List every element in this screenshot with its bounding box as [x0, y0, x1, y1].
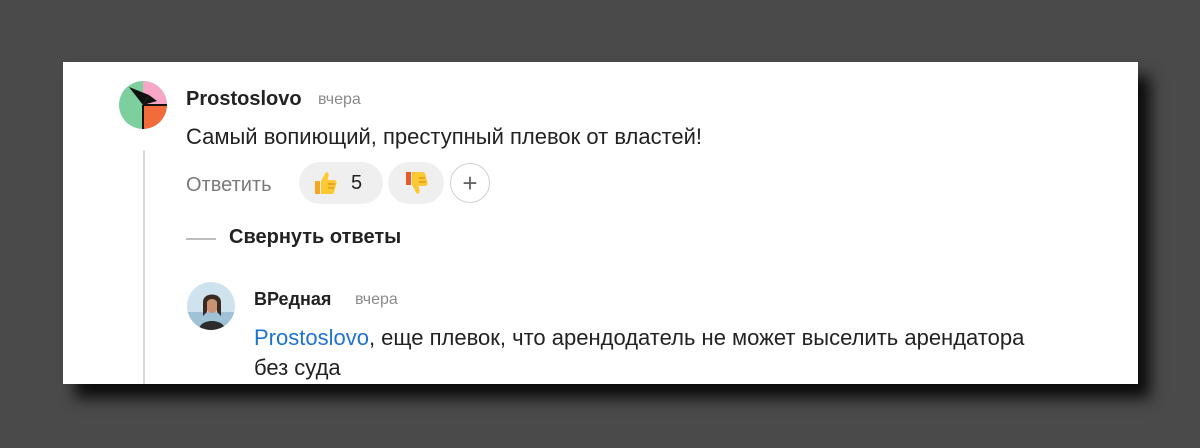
comment-text: Самый вопиющий, преступный плевок от вла… [186, 124, 703, 149]
reply-text-line1: , еще плевок, что арендодатель не может … [368, 325, 1025, 350]
comment-time: вчера [318, 91, 361, 108]
avatar-image [187, 282, 235, 330]
avatar[interactable] [119, 81, 167, 129]
comment-card: Prostoslovo вчера Самый вопиющий, престу… [63, 62, 1138, 384]
collapse-replies-button[interactable]: Свернуть ответы [229, 226, 401, 249]
reply-button[interactable]: Ответить [186, 170, 272, 200]
thumbs-up-icon [311, 169, 339, 197]
reply-text-line2: без суда [254, 355, 341, 380]
reply-author[interactable]: ВРедная [254, 289, 331, 310]
dislike-button[interactable] [388, 162, 444, 204]
avatar[interactable] [187, 282, 235, 330]
reply-time: вчера [355, 291, 398, 308]
thumbs-down-icon [402, 169, 430, 197]
collapse-divider [186, 238, 216, 240]
add-reaction-button[interactable]: + [450, 163, 490, 203]
plus-icon: + [462, 167, 478, 198]
thread-line [143, 150, 145, 384]
reply-text: Prostoslovo, еще плевок, что арендодател… [254, 323, 1124, 383]
likes-count: 5 [351, 171, 363, 194]
avatar-image [119, 81, 167, 129]
comment-author[interactable]: Prostoslovo [186, 88, 302, 111]
like-button[interactable]: 5 [299, 162, 383, 204]
mention-link[interactable]: Prostoslovo [254, 325, 369, 350]
